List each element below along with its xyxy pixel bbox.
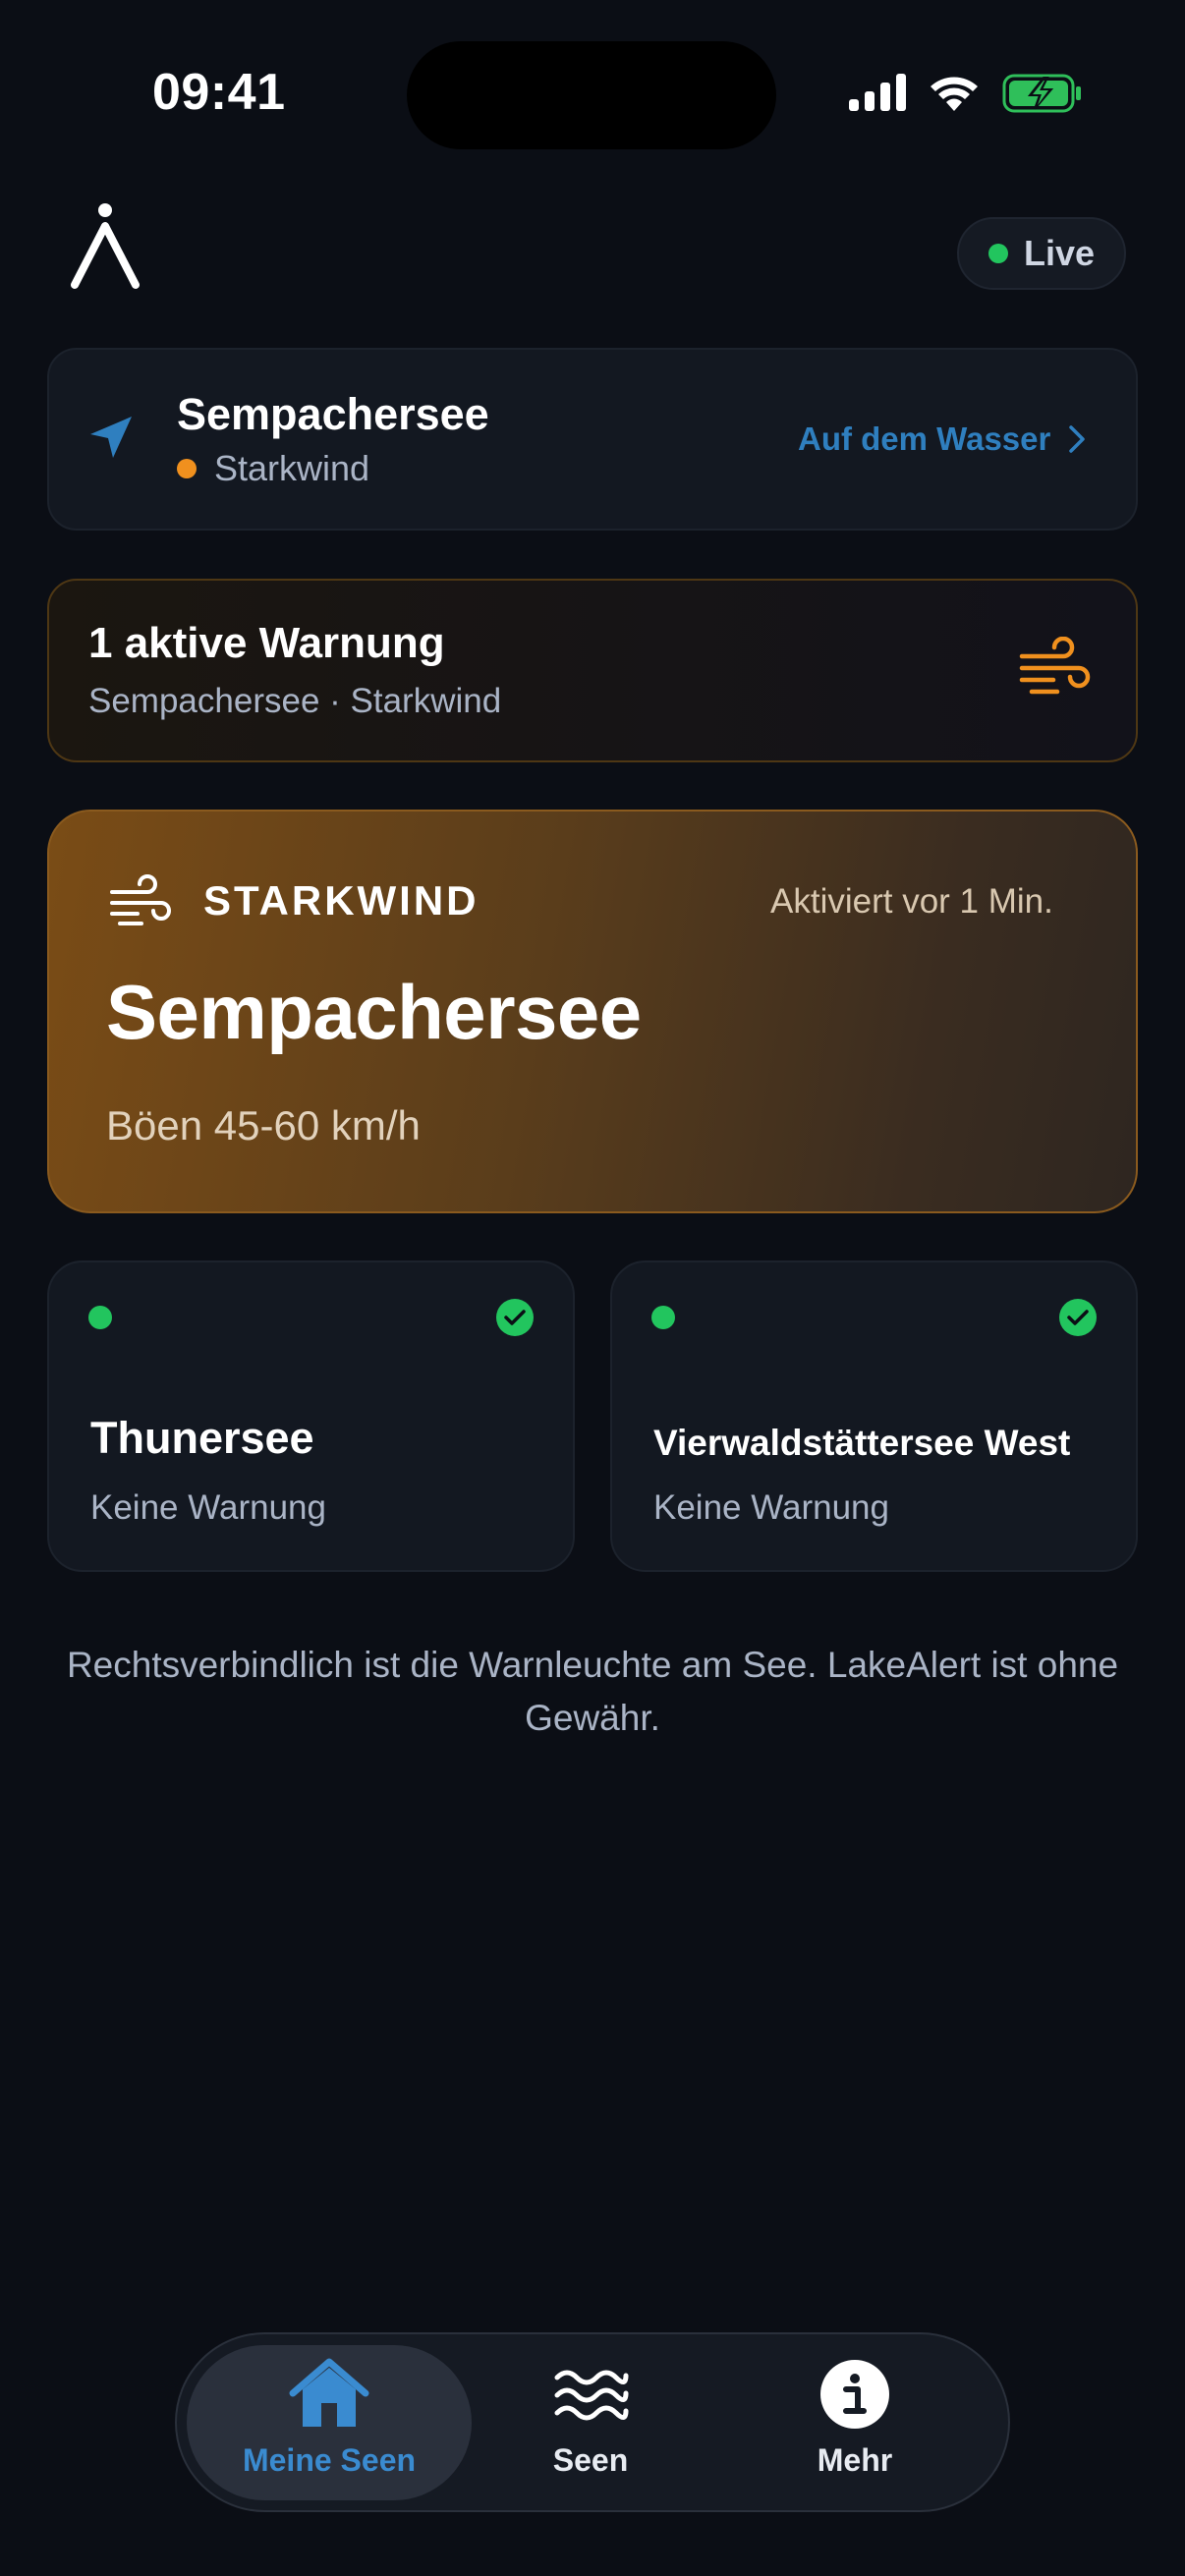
wind-icon	[108, 872, 173, 936]
on-water-link[interactable]: Auf dem Wasser	[798, 420, 1086, 458]
check-circle-icon	[496, 1299, 534, 1336]
waves-icon	[554, 2370, 629, 2421]
active-warnings-card[interactable]	[47, 579, 1138, 762]
battery-charging-icon	[1002, 74, 1081, 113]
alert-detail: Böen 45-60 km/h	[106, 1102, 421, 1148]
status-time: 09:41	[152, 64, 286, 121]
lake-card[interactable]: Thunersee Keine Warnung	[47, 1260, 575, 1572]
a-ring-logo-icon	[71, 203, 140, 289]
on-water-label: Auf dem Wasser	[798, 420, 1051, 457]
tab-label: Mehr	[817, 2442, 893, 2478]
tab-label: Seen	[552, 2442, 629, 2478]
disclaimer: Rechtsverbindlich ist die Warnleuchte am…	[66, 1645, 1119, 1738]
tab-seen[interactable]: Seen	[463, 2358, 718, 2479]
status-icons	[847, 73, 1083, 114]
live-dot	[988, 244, 1008, 263]
signal-icon	[849, 74, 906, 111]
live-label: Live	[1023, 233, 1096, 273]
wifi-icon	[931, 77, 978, 111]
tab-label: Meine Seen	[242, 2442, 417, 2478]
chevron-right-icon	[1069, 425, 1086, 453]
lake-name: Thunersee	[90, 1413, 314, 1463]
app-logo	[67, 202, 143, 296]
alert-activated-time: Aktiviert vor 1 Min.	[770, 882, 1053, 921]
check-circle-icon	[1059, 1299, 1097, 1336]
lake-status: Keine Warnung	[90, 1488, 326, 1527]
tab-meine-seen[interactable]: Meine Seen	[201, 2358, 457, 2479]
dynamic-island	[407, 41, 776, 149]
alert-type: STARKWIND	[203, 877, 480, 924]
alert-lake-name: Sempachersee	[106, 969, 642, 1055]
lake-status: Keine Warnung	[653, 1488, 889, 1527]
live-indicator: Live	[957, 217, 1126, 290]
status-dot	[177, 459, 197, 478]
info-icon	[820, 2360, 889, 2429]
tab-mehr[interactable]: Mehr	[727, 2358, 983, 2479]
lake-name: Vierwaldstättersee West	[653, 1423, 1071, 1463]
wind-icon	[1018, 636, 1093, 704]
status-dot	[651, 1306, 675, 1329]
lake-card[interactable]: Vierwaldstättersee West Keine Warnung	[610, 1260, 1138, 1572]
current-lake-name: Sempachersee	[177, 389, 489, 439]
location-arrow-icon	[86, 413, 136, 467]
status-dot	[88, 1306, 112, 1329]
home-icon	[289, 2358, 369, 2427]
current-lake-status: Starkwind	[214, 448, 370, 488]
active-warnings-title: 1 aktive Warnung	[88, 619, 445, 667]
active-warnings-subtitle: Sempachersee · Starkwind	[88, 682, 502, 720]
